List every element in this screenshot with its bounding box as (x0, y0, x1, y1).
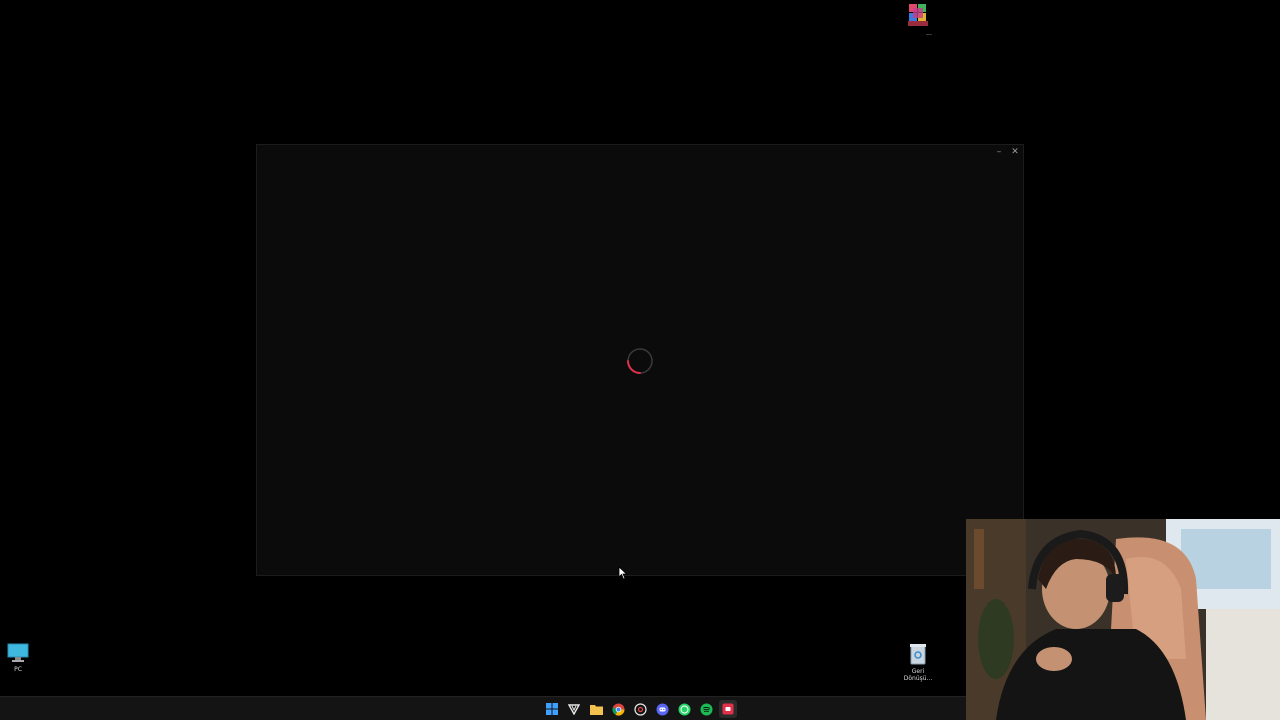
monitor-icon (7, 643, 29, 662)
taskbar (0, 696, 966, 720)
app-window: – ✕ (256, 144, 1024, 576)
taskbar-chrome-alt[interactable] (631, 700, 649, 718)
taskbar-start-button[interactable] (543, 700, 561, 718)
vpn-triangle-icon (568, 704, 580, 715)
taskbar-chrome[interactable] (609, 700, 627, 718)
whatsapp-icon (678, 703, 690, 715)
desktop-icon-pc[interactable]: PC (0, 642, 44, 673)
taskbar-vpn-app[interactable] (565, 700, 583, 718)
spotify-icon (700, 703, 712, 715)
taskbar-apps (543, 700, 737, 718)
taskbar-file-explorer[interactable] (587, 700, 605, 718)
close-button[interactable]: ✕ (1007, 145, 1023, 159)
recycle-bin-icon (910, 644, 926, 665)
minimize-button[interactable]: – (991, 145, 1007, 159)
folder-icon (589, 704, 603, 715)
desktop-icon-app-label: ... (926, 30, 932, 37)
window-controls: – ✕ (991, 145, 1023, 159)
desktop-icon-recycle-bin-label: Geri Dönüşü... (903, 668, 933, 682)
windows-start-icon (546, 703, 558, 715)
chrome-icon (611, 703, 624, 716)
taskbar-spotify[interactable] (697, 700, 715, 718)
discord-icon (656, 703, 668, 715)
taskbar-discord[interactable] (653, 700, 671, 718)
desktop-icon-app[interactable]: ... (892, 2, 944, 37)
red-app-icon (722, 703, 734, 715)
package-app-icon (908, 4, 928, 26)
desktop-icon-recycle-bin[interactable]: Geri Dönüşü... (892, 642, 944, 682)
taskbar-whatsapp[interactable] (675, 700, 693, 718)
chrome-outline-icon (633, 702, 647, 716)
taskbar-active-app[interactable] (719, 700, 737, 718)
webcam-feed-image (966, 519, 1280, 720)
desktop-icon-pc-label: PC (14, 666, 22, 673)
loading-spinner-icon (627, 348, 653, 374)
mouse-cursor-icon (618, 566, 628, 580)
webcam-overlay (966, 519, 1280, 720)
